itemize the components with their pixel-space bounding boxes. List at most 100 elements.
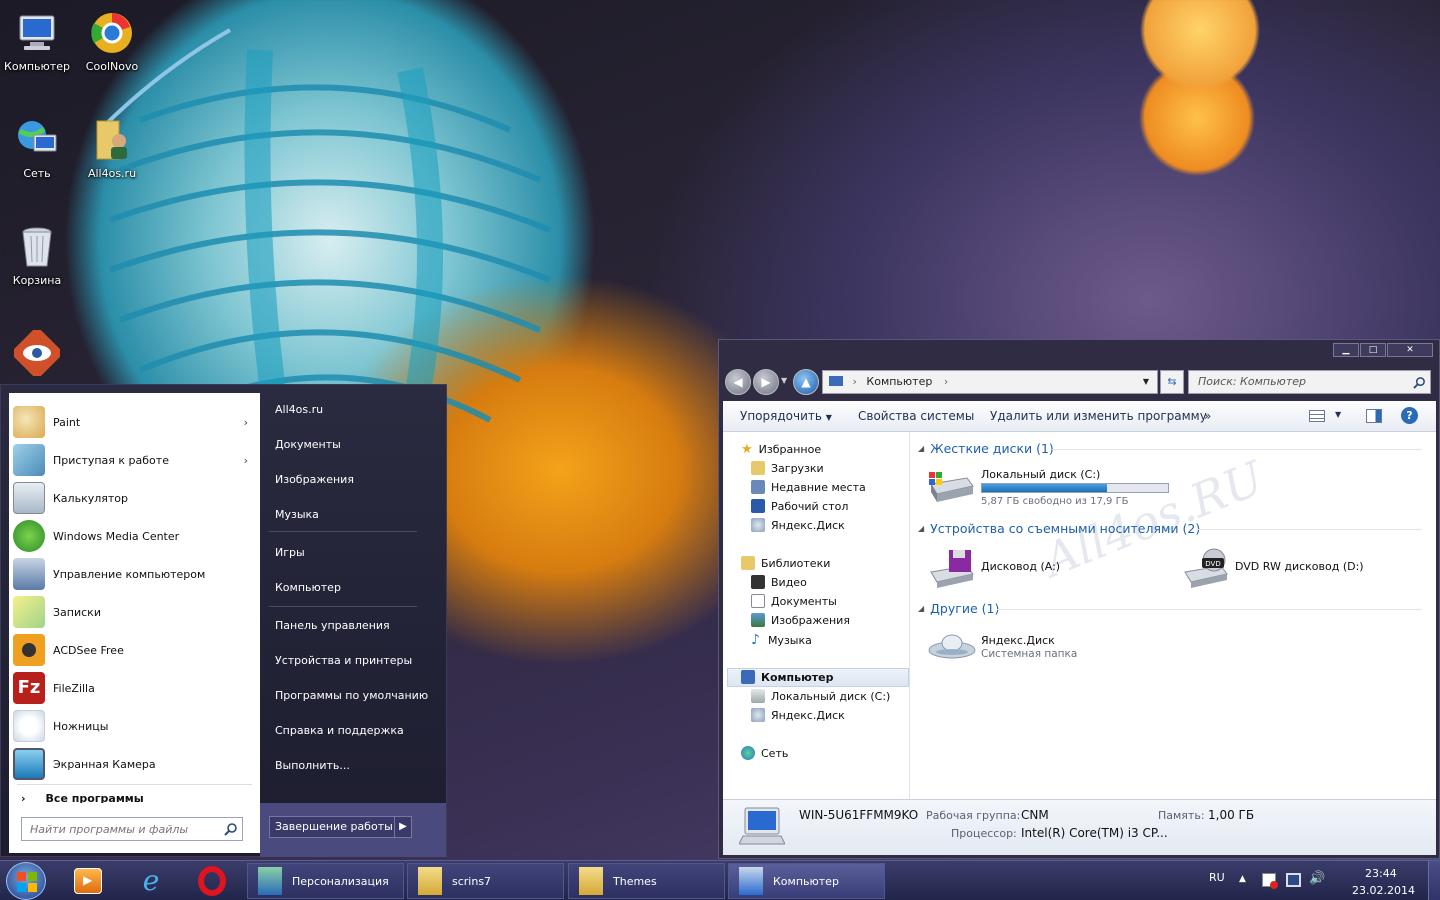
network-tray-icon[interactable] bbox=[1286, 873, 1301, 887]
start-item-paint[interactable]: Paint › bbox=[9, 403, 260, 441]
uninstall-program-button[interactable]: Удалить или изменить программу bbox=[990, 409, 1207, 423]
address-bar[interactable]: › Компьютер › ▼ bbox=[822, 370, 1158, 394]
start-item-media-center[interactable]: Windows Media Center bbox=[9, 517, 260, 555]
start-item-screen-camera[interactable]: Экранная Камера bbox=[9, 745, 260, 783]
start-item-filezilla[interactable]: Fz FileZilla bbox=[9, 669, 260, 707]
desktop-icon-computer[interactable]: Компьютер bbox=[0, 10, 74, 73]
start-item-getting-started[interactable]: Приступая к работе › bbox=[9, 441, 260, 479]
group-label: Устройства со съемными носителями (2) bbox=[930, 521, 1201, 536]
desktop-icon-recycle-bin[interactable]: Корзина bbox=[0, 224, 74, 287]
start-button[interactable] bbox=[6, 862, 46, 900]
explorer-search-input[interactable]: Поиск: Компьютер bbox=[1188, 370, 1431, 394]
divider bbox=[1052, 449, 1422, 450]
start-link-help[interactable]: Справка и поддержка bbox=[275, 724, 404, 737]
show-hidden-icons-button[interactable]: ▲ bbox=[1239, 874, 1246, 884]
yandex-disk-item[interactable]: Яндекс.Диск Системная папка bbox=[927, 628, 1127, 668]
search-icon[interactable] bbox=[1413, 376, 1426, 389]
nav-favorites[interactable]: ★ Избранное bbox=[741, 442, 821, 457]
nav-computer[interactable]: Компьютер bbox=[741, 670, 834, 684]
more-commands-button[interactable]: » bbox=[1204, 409, 1211, 423]
desktop-icon-coolnovo[interactable]: CoolNovo bbox=[75, 10, 149, 73]
start-link-all4os[interactable]: All4os.ru bbox=[275, 403, 323, 416]
nav-music[interactable]: ♪ Музыка bbox=[751, 632, 812, 648]
view-options-icon[interactable] bbox=[1309, 410, 1325, 422]
desktop-icon-all4os[interactable]: All4os.ru bbox=[75, 117, 149, 180]
breadcrumb-computer[interactable]: Компьютер bbox=[866, 375, 932, 388]
start-link-devices[interactable]: Устройства и принтеры bbox=[275, 654, 412, 667]
drive-c-item[interactable]: Локальный диск (C:) 5,87 ГБ свободно из … bbox=[927, 464, 1175, 510]
taskbar-window-computer[interactable]: Компьютер bbox=[728, 863, 885, 899]
start-link-music[interactable]: Музыка bbox=[275, 508, 319, 521]
pinned-internet-explorer[interactable]: e bbox=[136, 866, 166, 896]
organize-button[interactable]: Упорядочить ▼ bbox=[740, 409, 832, 423]
start-item-computer-management[interactable]: Управление компьютером bbox=[9, 555, 260, 593]
nav-downloads[interactable]: Загрузки bbox=[751, 461, 824, 475]
address-dropdown-icon[interactable]: ▼ bbox=[1143, 371, 1149, 393]
back-button[interactable]: ◀ bbox=[725, 369, 751, 395]
up-button[interactable]: ▲ bbox=[793, 369, 819, 395]
clock-time[interactable]: 23:44 bbox=[1365, 867, 1397, 880]
start-item-acdsee[interactable]: ACDSee Free bbox=[9, 631, 260, 669]
volume-icon[interactable]: 🔊 bbox=[1309, 871, 1325, 886]
search-icon[interactable] bbox=[224, 822, 238, 836]
pinned-opera[interactable] bbox=[198, 866, 226, 896]
taskbar-window-label: Компьютер bbox=[773, 874, 839, 888]
nav-libraries[interactable]: Библиотеки bbox=[741, 556, 830, 570]
nav-local-disk-c[interactable]: Локальный диск (C:) bbox=[751, 689, 890, 703]
windows-logo-icon bbox=[17, 872, 37, 892]
start-link-games[interactable]: Игры bbox=[275, 546, 305, 559]
nav-pictures[interactable]: Изображения bbox=[751, 613, 850, 627]
show-desktop-button[interactable] bbox=[1428, 861, 1440, 900]
close-button[interactable]: ✕ bbox=[1387, 343, 1433, 357]
refresh-button[interactable]: ⇆ bbox=[1160, 370, 1184, 394]
system-properties-button[interactable]: Свойства системы bbox=[858, 409, 974, 423]
taskbar-window-themes[interactable]: Themes bbox=[568, 863, 725, 899]
desktop-icon-faststone[interactable] bbox=[0, 330, 74, 380]
nav-desktop[interactable]: Рабочий стол bbox=[751, 499, 848, 513]
view-dropdown-icon[interactable]: ▼ bbox=[1335, 410, 1341, 419]
maximize-button[interactable]: □ bbox=[1360, 343, 1386, 357]
forward-button[interactable]: ▶ bbox=[753, 369, 779, 395]
taskbar-window-scrins7[interactable]: scrins7 bbox=[407, 863, 564, 899]
group-other[interactable]: ◢ Другие (1) bbox=[918, 601, 999, 616]
nav-yandex-disk-computer[interactable]: Яндекс.Диск bbox=[751, 708, 845, 722]
nav-label: Сеть bbox=[761, 746, 789, 760]
start-search-input[interactable] bbox=[21, 817, 243, 841]
start-item-snipping-tool[interactable]: Ножницы bbox=[9, 707, 260, 745]
help-icon[interactable]: ? bbox=[1401, 407, 1418, 424]
shutdown-button[interactable]: Завершение работы bbox=[269, 816, 395, 838]
desktop-icon-network[interactable]: Сеть bbox=[0, 117, 74, 180]
taskbar-window-personalization[interactable]: Персонализация bbox=[247, 863, 404, 899]
nav-yandex-disk[interactable]: Яндекс.Диск bbox=[751, 518, 845, 532]
start-link-computer[interactable]: Компьютер bbox=[275, 581, 341, 594]
dvd-drive-item[interactable]: DVD DVD RW дисковод (D:) bbox=[1181, 546, 1431, 592]
collapse-icon: ◢ bbox=[918, 604, 925, 613]
group-hard-drives[interactable]: ◢ Жесткие диски (1) bbox=[918, 441, 1054, 456]
nav-label: Музыка bbox=[767, 633, 812, 647]
music-note-icon: ♪ bbox=[751, 632, 760, 648]
start-link-control-panel[interactable]: Панель управления bbox=[275, 619, 390, 632]
nav-network[interactable]: Сеть bbox=[741, 746, 788, 760]
pinned-media-player[interactable]: ▶ bbox=[74, 868, 102, 894]
nav-recent-places[interactable]: Недавние места bbox=[751, 480, 866, 494]
action-center-icon[interactable] bbox=[1262, 873, 1278, 889]
start-item-label: Приступая к работе bbox=[53, 453, 169, 467]
start-link-documents[interactable]: Документы bbox=[275, 438, 341, 451]
floppy-drive-item[interactable]: Дисковод (A:) bbox=[927, 546, 1127, 592]
clock-date[interactable]: 23.02.2014 bbox=[1352, 884, 1415, 897]
nav-video[interactable]: Видео bbox=[751, 575, 807, 589]
preview-pane-icon[interactable] bbox=[1366, 409, 1382, 423]
divider bbox=[1197, 529, 1422, 530]
start-link-run[interactable]: Выполнить... bbox=[275, 759, 350, 772]
minimize-button[interactable]: ▁ bbox=[1333, 343, 1359, 357]
dropdown-arrow-icon: ▼ bbox=[825, 413, 832, 422]
start-item-calculator[interactable]: Калькулятор bbox=[9, 479, 260, 517]
recent-pages-dropdown[interactable]: ▼ bbox=[781, 376, 787, 385]
nav-documents[interactable]: Документы bbox=[751, 594, 837, 608]
start-link-pictures[interactable]: Изображения bbox=[275, 473, 354, 486]
start-item-sticky-notes[interactable]: Записки bbox=[9, 593, 260, 631]
shutdown-options-button[interactable]: ▶ bbox=[394, 816, 412, 838]
group-removable[interactable]: ◢ Устройства со съемными носителями (2) bbox=[918, 521, 1201, 536]
start-link-default-programs[interactable]: Программы по умолчанию bbox=[275, 689, 428, 702]
language-indicator[interactable]: RU bbox=[1209, 871, 1225, 884]
